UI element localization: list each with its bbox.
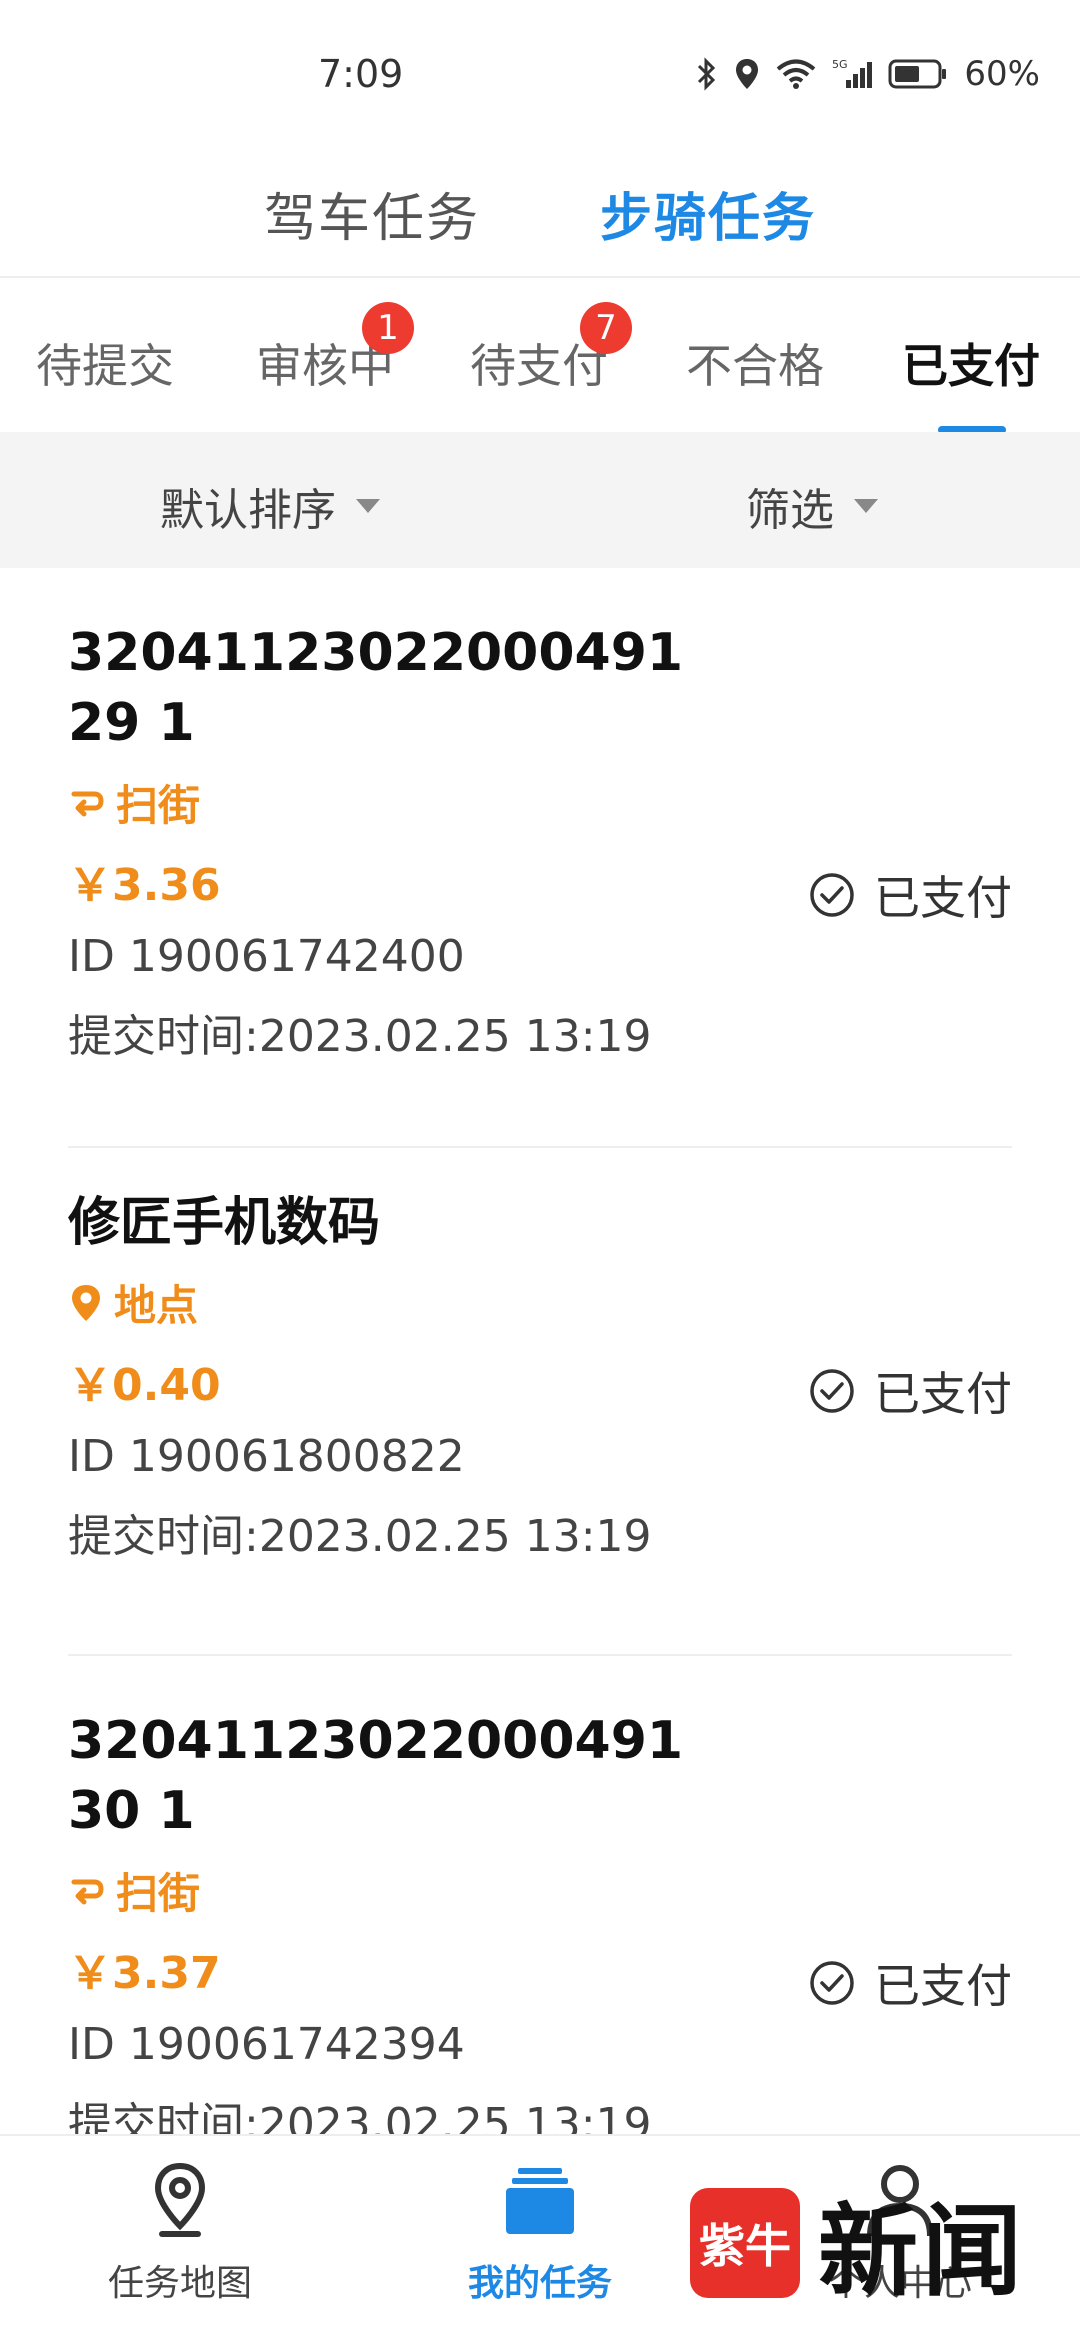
watermark-seal-logo: 紫牛 (690, 2187, 800, 2298)
task-status-label: 已支付 (874, 1367, 1012, 1421)
tab-under-review[interactable]: 审核中 1 (256, 302, 414, 396)
watermark-text: 新闻 (818, 2192, 1026, 2310)
status-icons: 5G 60% (696, 54, 1040, 94)
check-circle-icon (810, 873, 854, 917)
caret-down-icon (854, 499, 878, 513)
caret-down-icon (356, 499, 380, 513)
check-circle-icon (810, 1961, 854, 2005)
tab-walk-ride-tasks[interactable]: 步骑任务 (600, 176, 816, 251)
tab-pending-submit[interactable]: 待提交 (36, 330, 174, 396)
task-title: 3204112302200049130 1 (68, 1711, 684, 1841)
task-status: 已支付 (808, 1358, 1012, 1424)
task-title: 修匠手机数码 (68, 1193, 381, 1253)
wifi-icon (777, 59, 816, 89)
bluetooth-icon (698, 57, 716, 91)
route-icon (71, 791, 104, 816)
task-stack-icon (506, 2168, 574, 2234)
status-tabs: 待提交 审核中 1 待支付 7 不合格 已支付 (0, 280, 1080, 434)
sort-dropdown[interactable]: 默认排序 (160, 474, 380, 538)
nav-label: 我的任务 (467, 2263, 612, 2304)
task-card[interactable]: 修匠手机数码 地点 ￥0.40 ID 190061800822 提交时间:202… (68, 1188, 1012, 1564)
nav-task-map[interactable]: 任务地图 (50, 2160, 310, 2306)
task-status: 已支付 (808, 862, 1012, 928)
news-watermark: 紫牛 新闻 (690, 2170, 1026, 2315)
filter-dropdown[interactable]: 筛选 (746, 474, 878, 538)
task-submit-time: 提交时间:2023.02.25 13:19 (68, 1011, 652, 1062)
battery-percent: 60% (964, 54, 1040, 94)
task-card[interactable]: 3204112302200049129 1 扫街 ￥3.36 ID 190061… (68, 618, 1012, 1064)
check-circle-icon (810, 1369, 854, 1413)
tab-unqualified[interactable]: 不合格 (686, 330, 824, 396)
task-submit-time: 提交时间:2023.02.25 13:19 (68, 2099, 652, 2134)
battery-icon (888, 59, 947, 89)
task-status-label: 已支付 (874, 871, 1012, 925)
task-type: 扫街 (68, 1860, 1012, 1921)
task-status-label: 已支付 (874, 1959, 1012, 2013)
task-status: 已支付 (808, 1950, 1012, 2016)
nav-label: 任务地图 (107, 2263, 252, 2304)
divider (68, 1654, 1012, 1656)
task-submit-time: 提交时间:2023.02.25 13:19 (68, 1511, 652, 1562)
filter-label: 筛选 (746, 485, 834, 536)
signal-icon: 5G (832, 58, 873, 88)
divider (68, 1146, 1012, 1148)
count-badge: 7 (580, 302, 632, 354)
sort-label: 默认排序 (160, 485, 336, 536)
task-category-tabs: 驾车任务 步骑任务 (0, 150, 1080, 278)
task-type-label: 扫街 (116, 1869, 201, 1918)
task-type: 扫街 (68, 772, 1012, 833)
task-type-label: 扫街 (116, 781, 201, 830)
task-id: ID 190061800822 (68, 1431, 465, 1482)
sort-filter-bar: 默认排序 筛选 (0, 432, 1080, 568)
location-pin-icon (72, 1284, 100, 1321)
svg-text:5G: 5G (832, 58, 848, 71)
tab-label: 待支付 (470, 339, 608, 393)
task-type: 地点 (68, 1272, 1012, 1333)
task-id: ID 190061742394 (68, 2019, 465, 2070)
nav-my-tasks[interactable]: 我的任务 (410, 2160, 670, 2306)
task-type-label: 地点 (114, 1281, 199, 1330)
tab-paid[interactable]: 已支付 (902, 330, 1040, 396)
task-title: 3204112302200049129 1 (68, 623, 684, 753)
task-card[interactable]: 3204112302200049130 1 扫街 ￥3.37 ID 190061… (68, 1706, 1012, 2134)
map-pin-icon (154, 2162, 206, 2237)
task-id: ID 190061742400 (68, 931, 465, 982)
count-badge: 1 (362, 302, 414, 354)
status-time: 7:09 (318, 52, 404, 96)
task-list: 3204112302200049129 1 扫街 ￥3.36 ID 190061… (0, 568, 1080, 2134)
location-icon (736, 59, 759, 89)
route-icon (71, 1879, 104, 1904)
status-bar: 7:09 5G 60% (0, 0, 1080, 150)
tab-drive-tasks[interactable]: 驾车任务 (264, 176, 480, 251)
tab-pending-payment[interactable]: 待支付 7 (470, 302, 632, 396)
